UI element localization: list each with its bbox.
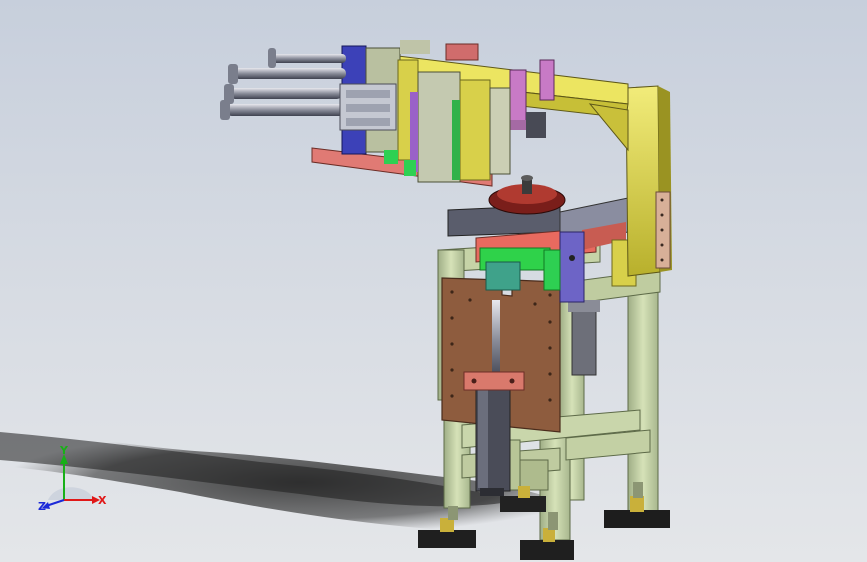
servo-motor: [568, 300, 600, 376]
triad-x-label: X: [98, 494, 107, 507]
rotary-table: [447, 175, 629, 291]
triad-z-label: Z: [38, 500, 46, 513]
cad-3d-viewport[interactable]: Y X Z: [0, 0, 867, 562]
triad-y-label: Y: [59, 444, 69, 457]
assembly-model-view[interactable]: Y X Z: [0, 0, 867, 562]
triad-plane-indicator: [48, 487, 94, 500]
